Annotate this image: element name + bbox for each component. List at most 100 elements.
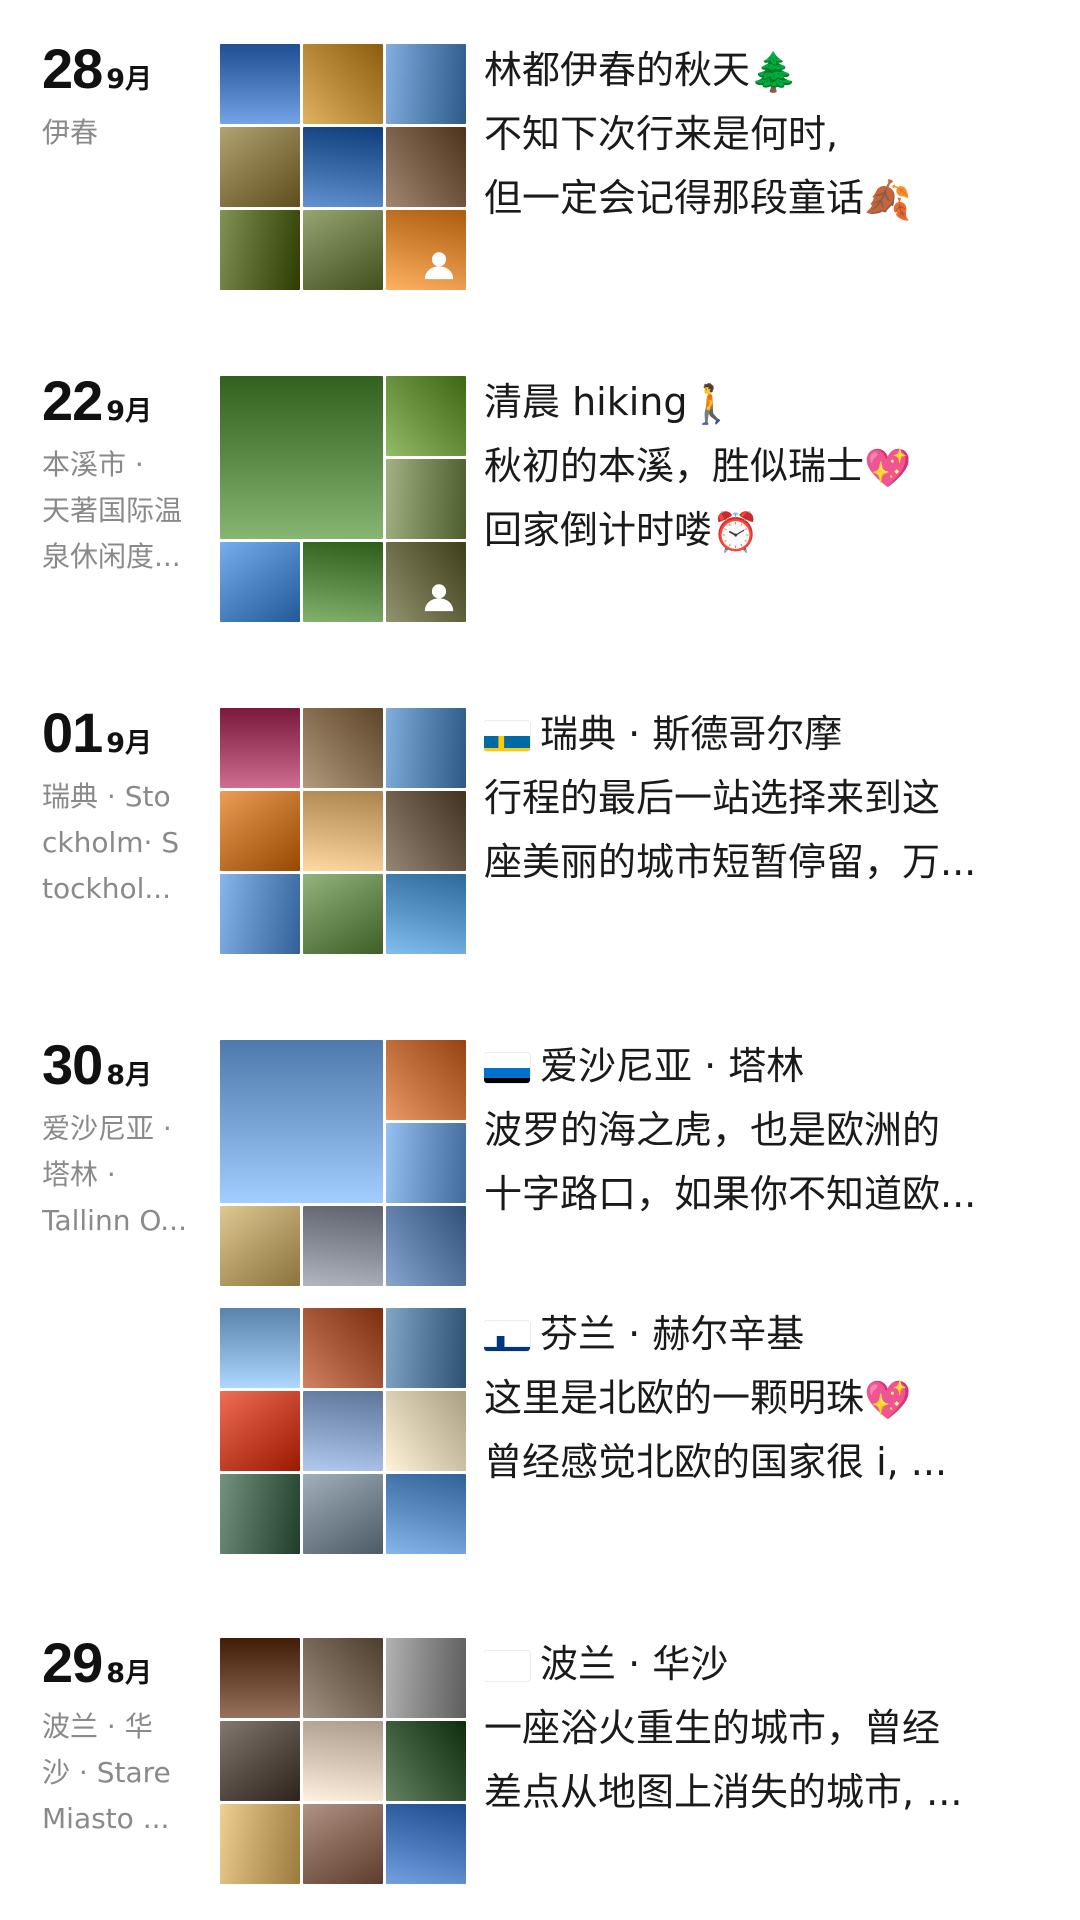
photo-thumbnail[interactable] <box>386 874 466 954</box>
photo-thumbnail[interactable] <box>220 1040 383 1203</box>
photo-thumbnail[interactable] <box>386 1040 466 1120</box>
post-day: 28 <box>42 37 103 100</box>
post-text-content: 十字路口，如果你不知道欧... <box>484 1172 977 1216</box>
post-text-content: 这里是北欧的一颗明珠 <box>484 1376 865 1420</box>
post-day: 01 <box>42 701 103 764</box>
photo-grid[interactable] <box>220 44 466 290</box>
photo-thumbnail[interactable] <box>386 708 466 788</box>
photo-thumbnail[interactable] <box>220 1391 300 1471</box>
post-text-line: 但一定会记得那段童话🍂 <box>484 166 1060 230</box>
post-text-line: 波罗的海之虎，也是欧洲的 <box>484 1098 1060 1162</box>
photo-thumbnail[interactable] <box>303 1308 383 1388</box>
photo-thumbnail[interactable] <box>220 1721 300 1801</box>
photo-thumbnail[interactable] <box>220 791 300 871</box>
photo-grid[interactable] <box>220 376 466 622</box>
photo-thumbnail[interactable] <box>386 1391 466 1471</box>
post-day: 30 <box>42 1033 103 1096</box>
photo-thumbnail[interactable] <box>386 791 466 871</box>
post-text[interactable]: 清晨 hiking🚶 秋初的本溪，胜似瑞士💖 回家倒计时喽⏰ <box>484 370 1060 562</box>
photo-thumbnail[interactable] <box>220 1638 300 1718</box>
photo-thumbnail[interactable] <box>303 708 383 788</box>
post-text-content: 芬兰 · 赫尔辛基 <box>540 1312 805 1356</box>
photo-thumbnail[interactable] <box>386 459 466 539</box>
photo-thumbnail[interactable] <box>220 210 300 290</box>
photo-thumbnail[interactable] <box>303 1721 383 1801</box>
post-month: 9月 <box>106 728 153 759</box>
photo-thumbnail[interactable] <box>303 1474 383 1554</box>
photo-thumbnail[interactable] <box>386 1206 466 1286</box>
photo-thumbnail[interactable] <box>386 1474 466 1554</box>
photo-thumbnail[interactable] <box>386 1638 466 1718</box>
photo-thumbnail[interactable] <box>386 127 466 207</box>
post-date: 28 9月 <box>42 36 152 101</box>
photo-thumbnail[interactable] <box>386 210 466 290</box>
photo-thumbnail[interactable] <box>220 1206 300 1286</box>
post-text-line: 差点从地图上消失的城市, ... <box>484 1760 1060 1824</box>
post-location[interactable]: 伊春 <box>42 110 202 156</box>
post-location[interactable]: 波兰 · 华 沙 · Stare Miasto ... <box>42 1704 202 1842</box>
photo-thumbnail[interactable] <box>220 1804 300 1884</box>
post-month: 8月 <box>106 1658 153 1689</box>
post-location[interactable]: 爱沙尼亚 · 塔林 · Tallinn O... <box>42 1106 202 1244</box>
photo-thumbnail[interactable] <box>220 542 300 622</box>
photo-thumbnail[interactable] <box>386 1308 466 1388</box>
photo-grid[interactable] <box>220 1638 466 1884</box>
person-icon <box>422 248 456 282</box>
photo-thumbnail[interactable] <box>220 44 300 124</box>
photo-thumbnail[interactable] <box>303 1804 383 1884</box>
photo-thumbnail[interactable] <box>386 1804 466 1884</box>
post-date: 01 9月 <box>42 700 152 765</box>
photo-thumbnail[interactable] <box>220 1474 300 1554</box>
moments-feed: 28 9月 伊春 林都伊春的秋天🌲 不知下次行来是何时, 但一定会记得那段童话🍂 22 9月本… <box>0 0 1080 1920</box>
emoji-icon: 🍂 <box>864 178 912 222</box>
photo-thumbnail[interactable] <box>220 708 300 788</box>
post-text-line: 秋初的本溪，胜似瑞士💖 <box>484 434 1060 498</box>
post-text[interactable]: 林都伊春的秋天🌲 不知下次行来是何时, 但一定会记得那段童话🍂 <box>484 38 1060 230</box>
post-text-content: 但一定会记得那段童话 <box>484 176 865 220</box>
post-location[interactable]: 瑞典 · Sto ckholm· S tockhol... <box>42 774 202 912</box>
photo-thumbnail[interactable] <box>303 44 383 124</box>
photo-thumbnail[interactable] <box>303 874 383 954</box>
post-text[interactable]: 爱沙尼亚 · 塔林 波罗的海之虎，也是欧洲的 十字路口，如果你不知道欧... <box>484 1034 1060 1226</box>
photo-thumbnail[interactable] <box>303 127 383 207</box>
photo-thumbnail[interactable] <box>220 376 383 539</box>
post-text-line: 曾经感觉北欧的国家很 i, ... <box>484 1430 1060 1494</box>
photo-thumbnail[interactable] <box>303 542 383 622</box>
post-text-line: 回家倒计时喽⏰ <box>484 498 1060 562</box>
post-text[interactable]: 芬兰 · 赫尔辛基这里是北欧的一颗明珠💖 曾经感觉北欧的国家很 i, ... <box>484 1302 1060 1494</box>
photo-thumbnail[interactable] <box>220 874 300 954</box>
post-text[interactable]: 波兰 · 华沙 一座浴火重生的城市，曾经 差点从地图上消失的城市, ... <box>484 1632 1060 1824</box>
photo-thumbnail[interactable] <box>386 376 466 456</box>
post-location[interactable]: 本溪市 · 天著国际温 泉休闲度... <box>42 442 202 580</box>
emoji-icon: ⏰ <box>712 510 760 554</box>
post-text-content: 波罗的海之虎，也是欧洲的 <box>484 1108 941 1152</box>
finland-flag-icon <box>484 1321 530 1351</box>
photo-thumbnail[interactable] <box>386 44 466 124</box>
photo-thumbnail[interactable] <box>386 1721 466 1801</box>
post-text-content: 座美丽的城市短暂停留，万... <box>484 840 977 884</box>
photo-grid[interactable] <box>220 708 466 954</box>
photo-thumbnail[interactable] <box>386 542 466 622</box>
photo-thumbnail[interactable] <box>386 1123 466 1203</box>
sweden-flag-icon <box>484 721 530 751</box>
post-text-line: 十字路口，如果你不知道欧... <box>484 1162 1060 1226</box>
post-text-line: 清晨 hiking🚶 <box>484 370 1060 434</box>
emoji-icon: 🚶 <box>687 382 735 426</box>
photo-thumbnail[interactable] <box>220 127 300 207</box>
post-text-content: 一座浴火重生的城市，曾经 <box>484 1706 941 1750</box>
post-text-content: 林都伊春的秋天 <box>484 48 751 92</box>
post-date: 29 8月 <box>42 1630 152 1695</box>
photo-thumbnail[interactable] <box>303 210 383 290</box>
photo-thumbnail[interactable] <box>303 1638 383 1718</box>
post-text-content: 差点从地图上消失的城市, ... <box>484 1770 963 1814</box>
post-text[interactable]: 瑞典 · 斯德哥尔摩 行程的最后一站选择来到这 座美丽的城市短暂停留，万... <box>484 702 1060 894</box>
photo-thumbnail[interactable] <box>303 1391 383 1471</box>
post-text-line: 这里是北欧的一颗明珠💖 <box>484 1366 1060 1430</box>
photo-thumbnail[interactable] <box>303 1206 383 1286</box>
post-month: 9月 <box>106 64 153 95</box>
photo-thumbnail[interactable] <box>220 1308 300 1388</box>
photo-grid[interactable] <box>220 1308 466 1554</box>
post-day: 22 <box>42 369 103 432</box>
photo-grid[interactable] <box>220 1040 466 1286</box>
photo-thumbnail[interactable] <box>303 791 383 871</box>
